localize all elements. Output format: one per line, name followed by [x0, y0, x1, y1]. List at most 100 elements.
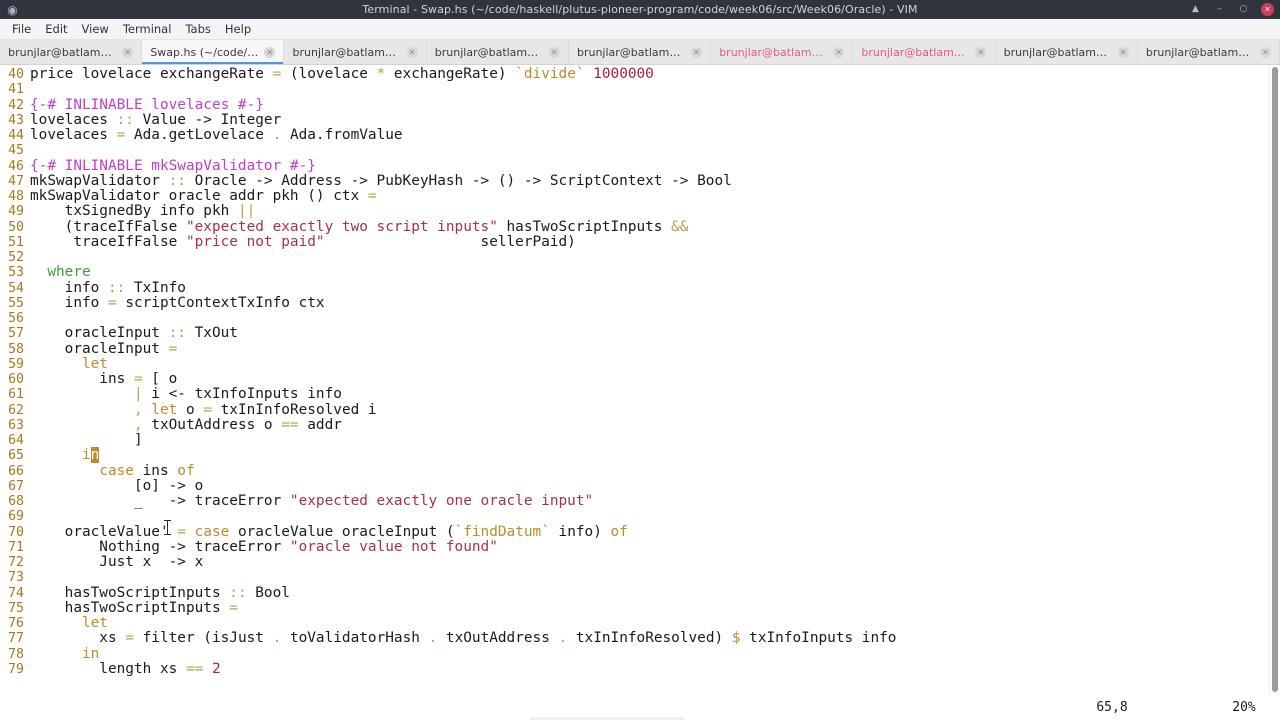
code-token: 2	[212, 661, 221, 677]
code-line: 60 ins = [ o	[0, 372, 1270, 387]
terminal-tab-6[interactable]: brunjlar@batlambd… ✕	[711, 40, 853, 64]
maximize-button[interactable]: ○	[1237, 3, 1250, 16]
terminal-tab-2-active[interactable]: Swap.hs (~/code/ha… ✕	[142, 40, 284, 64]
close-button[interactable]: ✕	[1261, 3, 1274, 16]
vim-status-bar: 65,8 20%	[0, 694, 1280, 720]
code-token: Bool	[247, 585, 290, 601]
line-number: 64	[0, 433, 30, 448]
code-token: (traceIfFalse	[30, 219, 186, 235]
line-number: 63	[0, 418, 30, 433]
line-text: mkSwapValidator :: Oracle -> Address -> …	[30, 174, 732, 189]
code-token	[30, 402, 134, 418]
menu-item-tabs[interactable]: Tabs	[178, 21, 217, 38]
shade-button[interactable]: ▲	[1189, 3, 1202, 16]
code-token: =	[108, 295, 117, 311]
code-line: 66 case ins of	[0, 464, 1270, 479]
editor-area[interactable]: 40price lovelace exchangeRate = (lovelac…	[0, 65, 1280, 694]
code-token: i	[82, 447, 91, 463]
code-line: 43lovelaces :: Value -> Integer	[0, 113, 1270, 128]
close-icon[interactable]: ✕	[122, 47, 133, 58]
menu-item-edit[interactable]: Edit	[38, 21, 74, 38]
menu-item-help[interactable]: Help	[218, 21, 258, 38]
code-token: mkSwapValidator oracle addr pkh () ctx	[30, 188, 368, 204]
close-icon[interactable]: ✕	[691, 47, 702, 58]
code-token: ins	[134, 463, 177, 479]
window-title: Terminal - Swap.hs (~/code/haskell/plutu…	[0, 3, 1280, 16]
code-token: $	[732, 630, 741, 646]
code-token: .	[559, 630, 568, 646]
line-text: hasTwoScriptInputs :: Bool	[30, 586, 290, 601]
line-text: oracleInput =	[30, 342, 177, 357]
minimize-button[interactable]: –	[1213, 3, 1226, 16]
code-line: 70 oracleValue' = case oracleValue oracl…	[0, 525, 1270, 540]
code-token: sellerPaid)	[325, 234, 576, 250]
line-number: 70	[0, 525, 30, 540]
terminal-tab-9[interactable]: brunjlar@batlambd… ✕	[1138, 40, 1280, 64]
line-text: info :: TxInfo	[30, 281, 186, 296]
code-token: .	[273, 127, 282, 143]
code-token: {-# INLINABLE lovelaces #-}	[30, 97, 264, 113]
menu-item-terminal[interactable]: Terminal	[116, 21, 179, 38]
code-token: where	[47, 264, 90, 280]
code-line: 57 oracleInput :: TxOut	[0, 326, 1270, 341]
code-line: 78 in	[0, 647, 1270, 662]
line-number: 72	[0, 555, 30, 570]
code-line: 42{-# INLINABLE lovelaces #-}	[0, 98, 1270, 113]
line-number: 58	[0, 342, 30, 357]
code-line: 73	[0, 570, 1270, 585]
code-token: txInInfoResolved)	[567, 630, 732, 646]
terminal-tab-8[interactable]: brunjlar@batlambd… ✕	[996, 40, 1138, 64]
code-token: =	[368, 188, 377, 204]
code-line: 79 length xs == 2	[0, 662, 1270, 677]
line-number: 69	[0, 509, 30, 524]
code-line: 64 ]	[0, 433, 1270, 448]
line-text: info = scriptContextTxInfo ctx	[30, 296, 325, 311]
code-line: 54 info :: TxInfo	[0, 281, 1270, 296]
close-icon[interactable]: ✕	[407, 47, 418, 58]
code-token: Ada.fromValue	[281, 127, 402, 143]
terminal-tab-3[interactable]: brunjlar@batlambd… ✕	[284, 40, 426, 64]
terminal-tab-7[interactable]: brunjlar@batlambd… ✕	[853, 40, 995, 64]
code-token: Just x -> x	[30, 554, 203, 570]
code-token: .	[429, 630, 438, 646]
line-text: xs = filter (isJust . toValidatorHash . …	[30, 631, 896, 646]
terminal-tab-4[interactable]: brunjlar@batlambd… ✕	[427, 40, 569, 64]
cursor-position: 65,8	[1096, 700, 1127, 715]
vim-buffer[interactable]: 40price lovelace exchangeRate = (lovelac…	[0, 65, 1270, 694]
code-line: 53 where	[0, 265, 1270, 280]
code-token: let	[82, 615, 108, 631]
code-token	[30, 646, 82, 662]
line-number: 49	[0, 204, 30, 219]
line-number: 67	[0, 479, 30, 494]
close-icon[interactable]: ✕	[975, 47, 986, 58]
line-text: {-# INLINABLE lovelaces #-}	[30, 98, 264, 113]
tab-bar: brunjlar@batlambd… ✕ Swap.hs (~/code/ha……	[0, 40, 1280, 65]
code-token: info)	[550, 524, 611, 540]
close-icon[interactable]: ✕	[549, 47, 560, 58]
menu-item-view[interactable]: View	[75, 21, 116, 38]
code-token	[30, 463, 99, 479]
code-line: 68 _ -> traceError "expected exactly one…	[0, 494, 1270, 509]
vertical-scrollbar-thumb[interactable]	[1272, 67, 1278, 692]
code-token: =	[203, 402, 212, 418]
close-icon[interactable]: ✕	[1260, 47, 1271, 58]
code-token: =	[125, 630, 134, 646]
line-text: mkSwapValidator oracle addr pkh () ctx =	[30, 189, 377, 204]
close-icon[interactable]: ✕	[264, 47, 275, 58]
code-token: (lovelace	[281, 66, 376, 82]
vertical-scrollbar[interactable]	[1269, 65, 1280, 694]
menu-item-file[interactable]: File	[5, 21, 38, 38]
line-text: (traceIfFalse "expected exactly two scri…	[30, 220, 688, 235]
code-token: TxOut	[186, 325, 238, 341]
close-icon[interactable]: ✕	[1118, 47, 1129, 58]
terminal-tab-5[interactable]: brunjlar@batlambd… ✕	[569, 40, 711, 64]
terminal-tab-1[interactable]: brunjlar@batlambd… ✕	[0, 40, 142, 64]
code-token: [ o	[143, 371, 178, 387]
line-number: 59	[0, 357, 30, 372]
code-token: scriptContextTxInfo ctx	[117, 295, 325, 311]
code-token: let	[151, 402, 177, 418]
code-token: =	[229, 600, 238, 616]
close-icon[interactable]: ✕	[833, 47, 844, 58]
code-token: mkSwapValidator	[30, 173, 169, 189]
code-token: case	[195, 524, 230, 540]
